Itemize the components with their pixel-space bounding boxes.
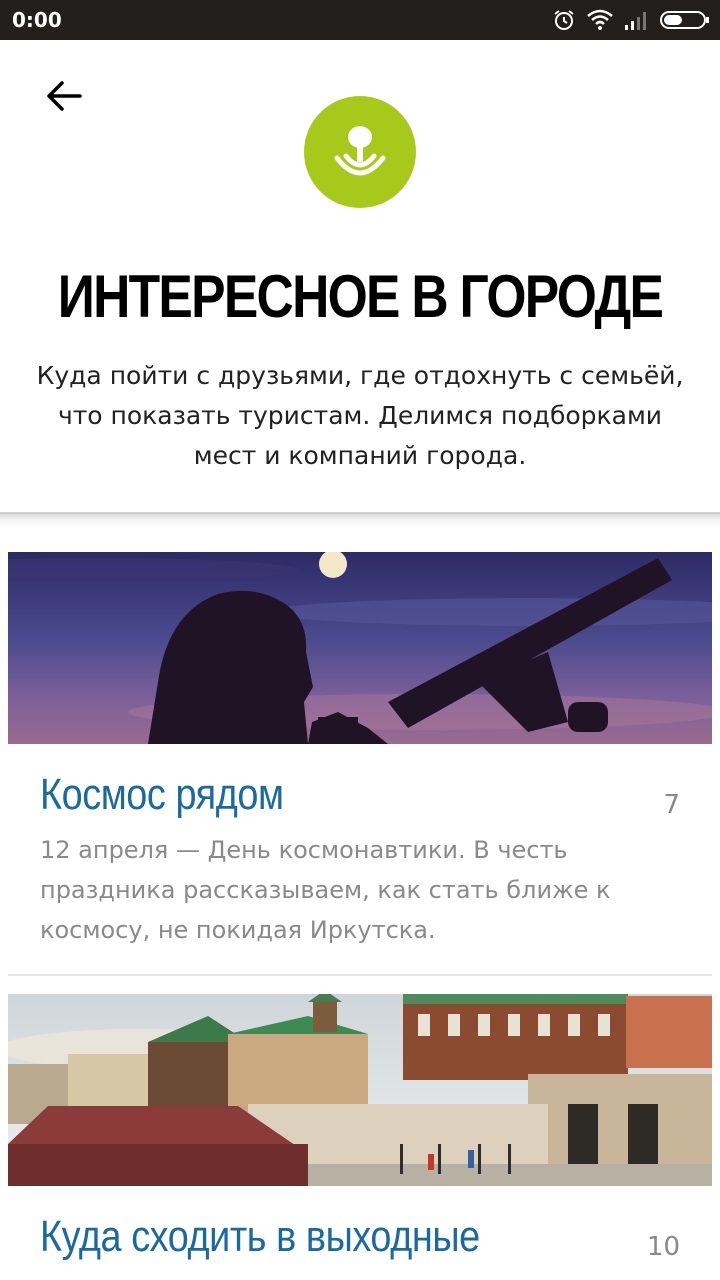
card-divider — [8, 974, 712, 976]
card-image-street — [8, 994, 712, 1186]
ice-cream-icon — [334, 126, 386, 176]
page-title: ИНТЕРЕСНОЕ В ГОРОДЕ — [57, 263, 664, 330]
collection-card[interactable]: Куда сходить в выходные 10 — [8, 994, 712, 1280]
back-button[interactable] — [40, 76, 88, 116]
arrow-back-icon — [47, 81, 82, 111]
alarm-icon — [554, 10, 574, 30]
battery-icon — [660, 11, 709, 29]
header-section: ИНТЕРЕСНОЕ В ГОРОДЕ Куда пойти с друзьям… — [0, 40, 720, 512]
status-bar: 0:00 — [0, 0, 720, 40]
page-description: Куда пойти с друзьями, где отдохнуть с с… — [36, 361, 684, 470]
section-divider — [0, 512, 720, 528]
status-time: 0:00 — [12, 8, 62, 32]
collection-card[interactable]: Космос рядом 7 12 апреля — День космонав… — [8, 552, 712, 976]
status-icons — [552, 6, 710, 34]
card-title[interactable]: Куда сходить в выходные — [40, 1212, 480, 1262]
wifi-icon — [587, 9, 613, 30]
signal-icon — [625, 12, 646, 30]
card-title[interactable]: Космос рядом — [40, 770, 284, 820]
category-logo — [304, 96, 416, 208]
card-count: 7 — [663, 790, 680, 820]
card-count: 10 — [646, 1232, 680, 1262]
card-image-telescope — [8, 552, 712, 744]
card-description: 12 апреля — День космонавтики. В честь п… — [40, 836, 611, 944]
